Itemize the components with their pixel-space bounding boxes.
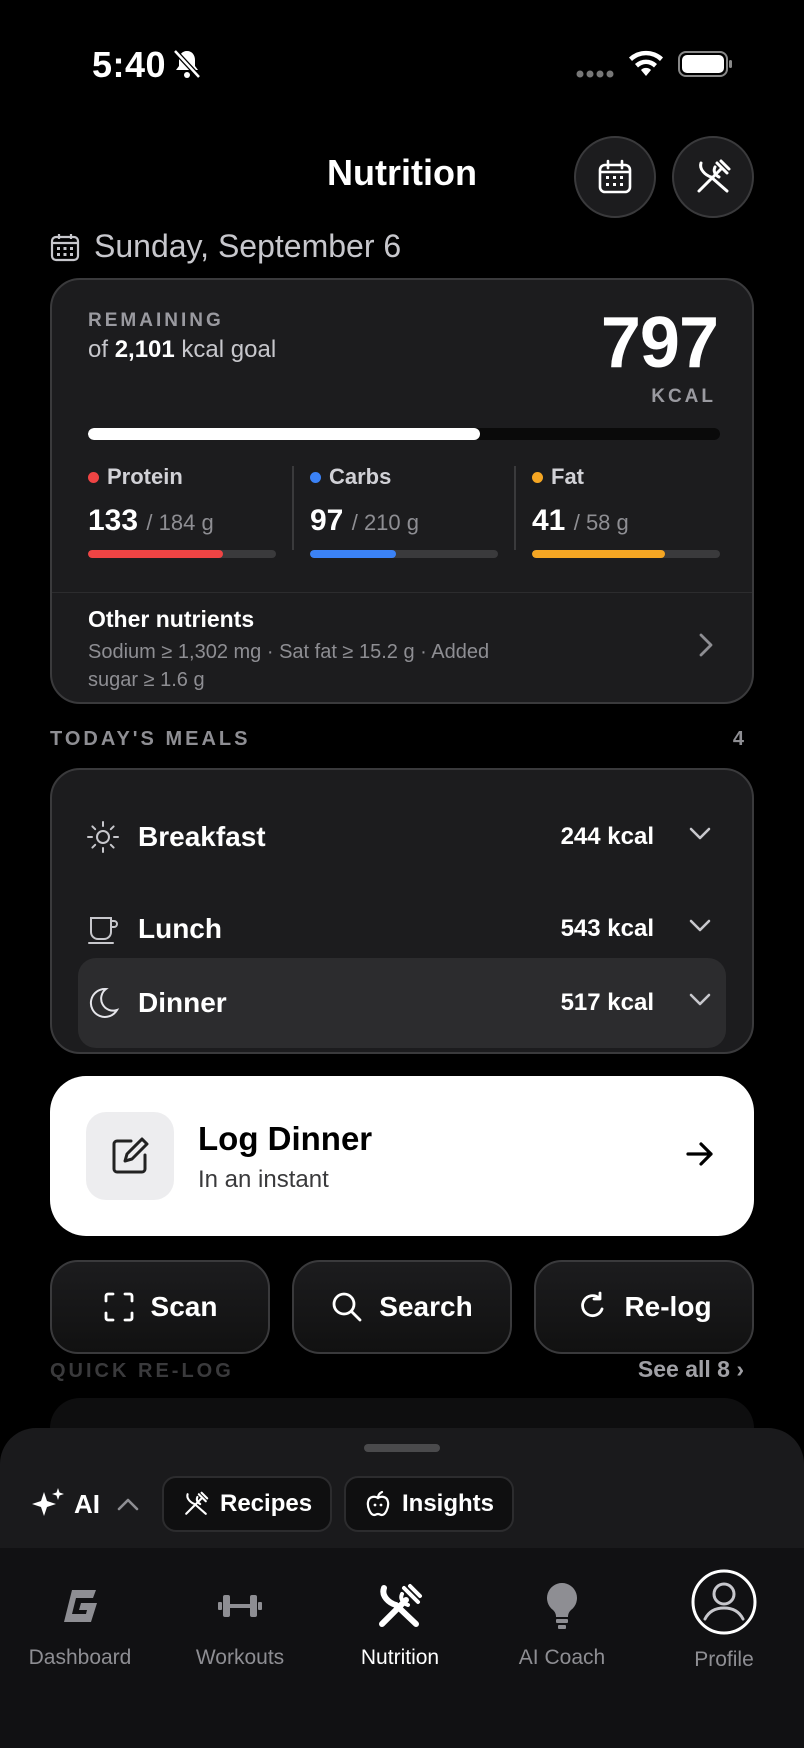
- goal-value: 2,101: [114, 336, 175, 363]
- other-nutrients-detail: Sodium ≥ 1,302 mg · Sat fat ≥ 15.2 g · A…: [88, 641, 490, 691]
- battery-icon: [678, 51, 732, 77]
- protein-bar: [88, 550, 276, 558]
- meal-name: Lunch: [138, 913, 222, 944]
- meals-count: 4: [732, 728, 744, 750]
- chevron-down-icon: [689, 993, 711, 1006]
- relog-button[interactable]: Re-log: [534, 1260, 754, 1354]
- goal-text: of 2,101 kcal goal: [88, 336, 277, 363]
- tab-workouts[interactable]: Workouts: [160, 1578, 320, 1670]
- tab-dashboard[interactable]: Dashboard: [0, 1578, 160, 1670]
- edit-icon: [112, 1137, 149, 1174]
- meal-name: Dinner: [138, 987, 227, 1018]
- ai-toggle[interactable]: AI: [30, 1486, 140, 1522]
- insights-chip[interactable]: Insights: [344, 1476, 515, 1532]
- utensils-icon: [379, 1584, 422, 1627]
- macro-fat: Fat 41 / 58 g: [532, 464, 722, 558]
- remaining-label: REMAINING: [88, 310, 224, 331]
- log-subtitle: In an instant: [198, 1166, 329, 1193]
- signal-dots-icon: [576, 70, 614, 78]
- search-icon: [332, 1292, 362, 1322]
- date-selector[interactable]: Sunday, September 6: [50, 228, 401, 265]
- scan-icon: [104, 1292, 133, 1322]
- meals-section-label: TODAY'S MEALS: [50, 728, 251, 750]
- carbs-bar: [310, 550, 498, 558]
- calorie-summary-card: REMAINING of 2,101 kcal goal 797 KCAL Pr…: [50, 278, 754, 704]
- status-time: 5:40: [92, 44, 167, 85]
- wifi-icon: [629, 50, 663, 76]
- fat-bar-fill: [532, 550, 666, 558]
- log-title: Log Dinner: [198, 1120, 373, 1157]
- protein-bar-fill: [88, 550, 224, 558]
- meal-kcal: 244 kcal: [560, 823, 654, 850]
- recipes-chip[interactable]: Recipes: [162, 1476, 333, 1532]
- fat-bar: [532, 550, 720, 558]
- calendar-button[interactable]: [574, 136, 656, 218]
- tab-bar: Dashboard Workouts Nutrition AI Coach Pr…: [0, 1548, 804, 1748]
- scan-button[interactable]: Scan: [50, 1260, 270, 1354]
- macro-protein: Protein 133 / 184 g: [88, 464, 278, 558]
- apple-icon: [366, 1490, 390, 1517]
- date-label: Sunday, September 6: [94, 228, 402, 264]
- other-nutrients-title: Other nutrients: [88, 606, 255, 632]
- utensils-icon: [697, 159, 731, 193]
- bell-muted-icon: [173, 49, 201, 79]
- carbs-bar-fill: [310, 550, 397, 558]
- profile-icon: [691, 1569, 757, 1635]
- logo-g-icon: [64, 1590, 97, 1622]
- search-button[interactable]: Search: [292, 1260, 512, 1354]
- meal-row-dinner[interactable]: Dinner 517 kcal: [78, 958, 726, 1048]
- calendar-icon: [598, 159, 632, 194]
- log-icon-box: [86, 1112, 174, 1200]
- calorie-progress-fill: [88, 428, 480, 440]
- moon-icon: [89, 987, 120, 1018]
- quick-relog-label: QUICK RE-LOG: [50, 1360, 234, 1382]
- carbs-dot: [310, 471, 321, 483]
- macro-divider: [292, 466, 294, 550]
- calorie-progress-bar: [88, 428, 720, 440]
- tab-nutrition[interactable]: Nutrition: [320, 1578, 480, 1670]
- protein-dot: [88, 471, 99, 483]
- sheet-grabber[interactable]: [364, 1444, 440, 1452]
- status-bar: 5:40: [0, 0, 804, 120]
- chevron-down-icon: [689, 919, 711, 932]
- dumbbell-icon: [218, 1595, 262, 1617]
- fat-dot: [532, 471, 543, 483]
- sun-icon: [87, 821, 119, 853]
- macro-divider: [514, 466, 516, 550]
- utensils-button[interactable]: [672, 136, 754, 218]
- tab-profile[interactable]: Profile: [644, 1568, 804, 1672]
- carbs-value: 97: [310, 504, 344, 537]
- calendar-icon: [50, 233, 80, 261]
- meal-name: Breakfast: [138, 821, 266, 852]
- remaining-kcal: 797: [600, 303, 719, 383]
- tab-ai-coach[interactable]: AI Coach: [482, 1578, 642, 1670]
- meals-card: Breakfast 244 kcal Lunch 543 kcal Dinner…: [50, 768, 754, 1054]
- ai-bottom-sheet: AI Recipes Insights: [0, 1428, 804, 1548]
- meal-row-breakfast[interactable]: Breakfast 244 kcal: [78, 792, 726, 882]
- divider: [52, 592, 752, 593]
- chevron-up-icon: [117, 1498, 139, 1511]
- see-all-link[interactable]: See all 8 ›: [638, 1356, 744, 1383]
- chevron-right-icon: [699, 633, 713, 657]
- log-meal-card[interactable]: Log Dinner In an instant: [50, 1076, 754, 1236]
- lightbulb-icon: [547, 1583, 577, 1629]
- refresh-icon: [581, 1291, 604, 1318]
- fat-value: 41: [532, 504, 566, 537]
- utensils-icon: [185, 1491, 209, 1515]
- macro-carbs: Carbs 97 / 210 g: [310, 464, 500, 558]
- kcal-unit: KCAL: [651, 386, 716, 407]
- meal-kcal: 517 kcal: [560, 989, 654, 1016]
- arrow-right-icon: [686, 1142, 713, 1166]
- sparkles-icon: [32, 1488, 64, 1516]
- protein-value: 133: [88, 504, 139, 537]
- cup-icon: [88, 917, 118, 944]
- meal-kcal: 543 kcal: [560, 915, 654, 942]
- chevron-down-icon: [689, 827, 711, 840]
